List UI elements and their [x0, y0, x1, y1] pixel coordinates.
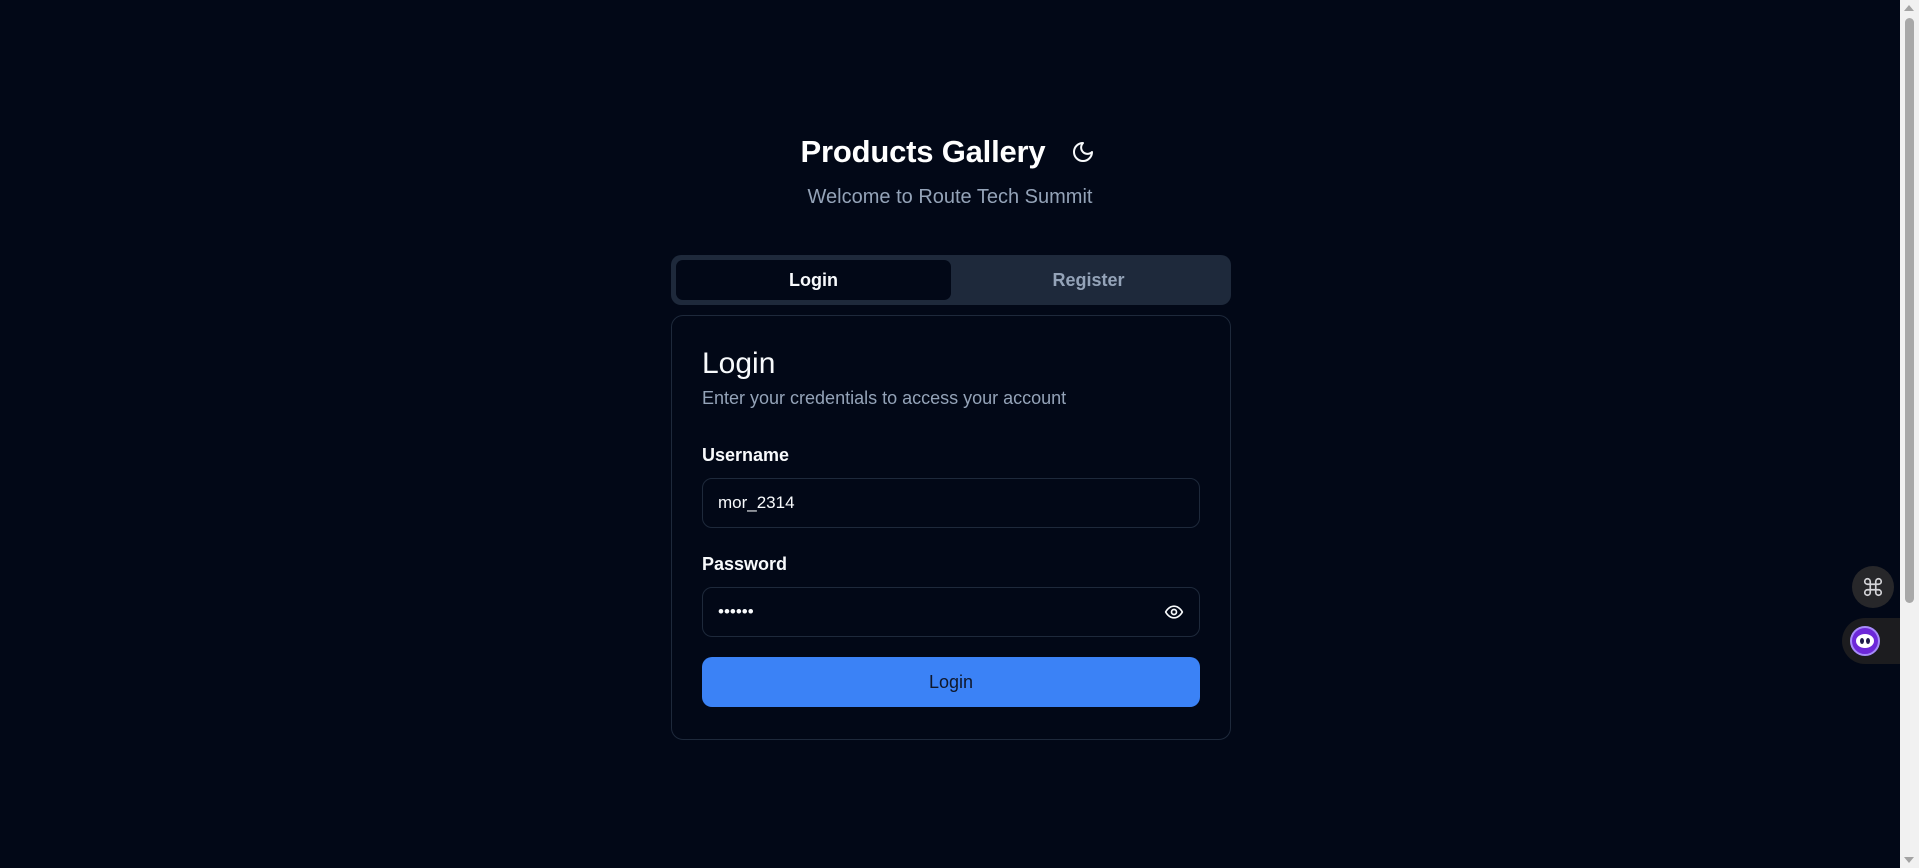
theme-toggle-button[interactable] [1067, 136, 1099, 168]
card-description: Enter your credentials to access your ac… [702, 388, 1067, 408]
scroll-down-arrow[interactable] [1904, 857, 1914, 863]
scroll-up-arrow[interactable] [1904, 5, 1914, 11]
username-field-wrapper [702, 478, 1200, 528]
shortcut-widget-button[interactable] [1852, 566, 1894, 608]
header: Products Gallery Welcome to Route Tech S… [0, 128, 1900, 209]
username-input[interactable] [702, 478, 1200, 528]
login-submit-button[interactable]: Login [702, 657, 1200, 707]
page-title: Products Gallery [800, 134, 1046, 169]
command-icon [1863, 577, 1883, 597]
username-label: Username [702, 445, 790, 465]
password-field-wrapper [702, 587, 1200, 637]
tab-register[interactable]: Register [951, 260, 1226, 300]
eye-icon [1164, 605, 1184, 619]
password-label: Password [702, 554, 788, 574]
title-row: Products Gallery [801, 128, 1100, 176]
page: Products Gallery Welcome to Route Tech S… [0, 0, 1919, 868]
show-password-button[interactable] [1162, 600, 1186, 624]
assistant-widget-button[interactable] [1842, 618, 1901, 664]
scroll-thumb[interactable] [1905, 18, 1914, 603]
auth-tabs: Login Register [671, 255, 1231, 305]
page-subtitle: Welcome to Route Tech Summit [807, 186, 1093, 208]
moon-icon [1073, 142, 1094, 162]
password-input[interactable] [702, 587, 1200, 637]
tab-login[interactable]: Login [676, 260, 951, 300]
login-card: Login Enter your credentials to access y… [671, 315, 1231, 740]
vertical-scrollbar[interactable] [1900, 0, 1919, 868]
card-title: Login [702, 347, 776, 380]
assistant-face-icon [1850, 626, 1880, 656]
